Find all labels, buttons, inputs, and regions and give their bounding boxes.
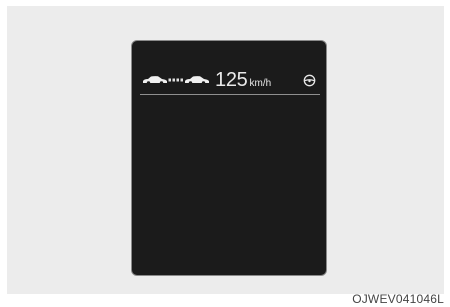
set-speed: 125 km/h	[215, 70, 271, 90]
steering-wheel-icon	[303, 74, 316, 86]
divider-line	[140, 94, 320, 95]
front-car-icon	[185, 76, 209, 85]
set-speed-unit: km/h	[249, 78, 272, 89]
status-bar: 125 km/h	[142, 67, 316, 93]
cluster-display: 125 km/h	[131, 40, 327, 276]
set-speed-value: 125	[215, 69, 248, 91]
smart-cruise-distance-indicator	[142, 75, 210, 85]
own-car-icon	[143, 76, 167, 85]
following-distance-icon	[168, 78, 183, 82]
image-code-label: OJWEV041046L	[352, 292, 444, 306]
